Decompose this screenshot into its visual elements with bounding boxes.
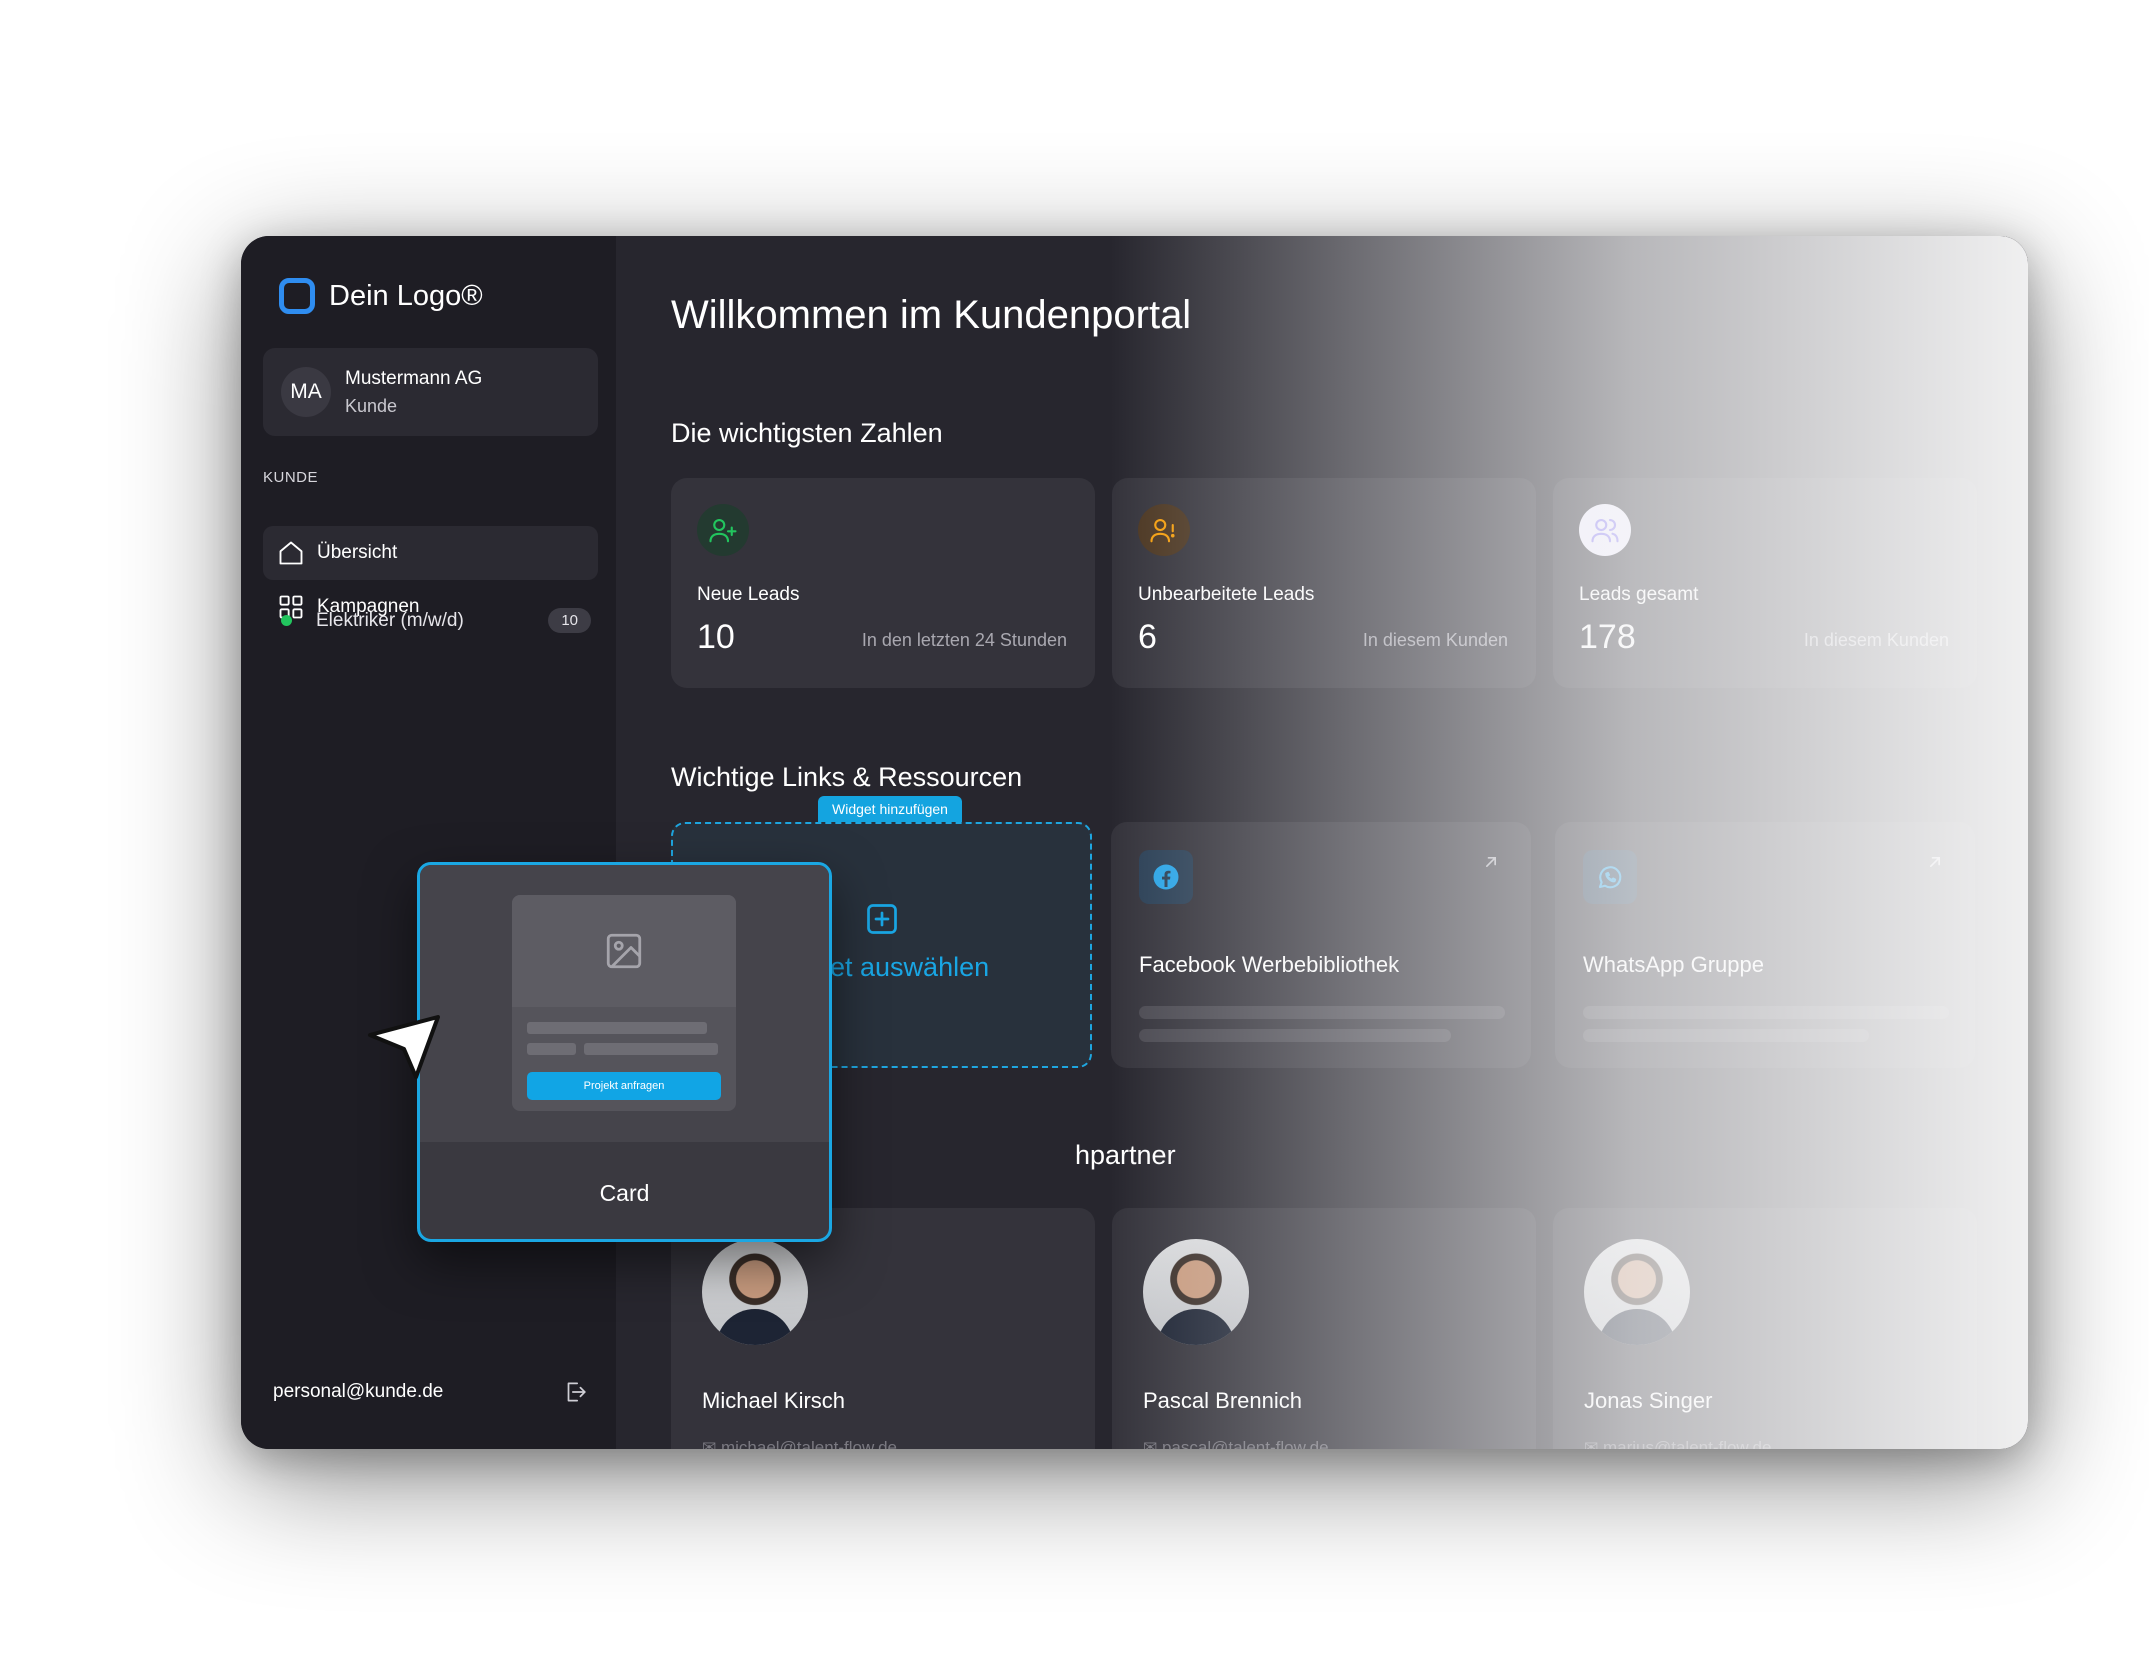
- contact-photo: [702, 1239, 808, 1345]
- contact-photo: [1584, 1239, 1690, 1345]
- stat-card-neue-leads[interactable]: Neue Leads 10 In den letzten 24 Stunden: [671, 478, 1095, 688]
- whatsapp-icon: [1583, 850, 1637, 904]
- sidebar-item-uebersicht[interactable]: Übersicht: [263, 526, 598, 580]
- placeholder-line: [1583, 1006, 1949, 1019]
- stat-label: Unbearbeitete Leads: [1138, 584, 1315, 605]
- contact-name: Michael Kirsch: [702, 1388, 846, 1413]
- stat-note: In den letzten 24 Stunden: [861, 630, 1067, 650]
- user-plus-icon: [697, 504, 749, 556]
- sidebar-item-label: Übersicht: [317, 542, 398, 563]
- card-caption: Card: [599, 1180, 650, 1206]
- placeholder-line: [584, 1043, 718, 1055]
- stats-heading: Die wichtigsten Zahlen: [671, 418, 943, 448]
- card-widget-preview[interactable]: Projekt anfragen Card: [417, 862, 832, 1242]
- stat-card-unbearbeitete-leads[interactable]: Unbearbeitete Leads 6 In diesem Kunden: [1112, 478, 1536, 688]
- contact-email[interactable]: ✉ pascal@talent-flow.de: [1143, 1438, 1329, 1449]
- page-title: Willkommen im Kundenportal: [671, 293, 1192, 337]
- placeholder-line: [527, 1022, 707, 1034]
- users-icon: [1579, 504, 1631, 556]
- contact-name: Pascal Brennich: [1143, 1388, 1302, 1413]
- plus-square-icon: [867, 904, 897, 934]
- mail-icon: ✉: [1143, 1438, 1162, 1449]
- sidebar-section-label: KUNDE: [263, 469, 319, 486]
- contact-email[interactable]: ✉ marius@talent-flow.de: [1584, 1438, 1771, 1449]
- contact-card[interactable]: Jonas Singer ✉ marius@talent-flow.de: [1553, 1208, 1977, 1449]
- contact-photo: [1143, 1239, 1249, 1345]
- link-title: Facebook Werbebibliothek: [1139, 952, 1400, 977]
- placeholder-line: [527, 1043, 576, 1055]
- stat-note: In diesem Kunden: [1362, 630, 1508, 650]
- main-content: Willkommen im Kundenportal Die wichtigst…: [616, 236, 2028, 1449]
- cursor-pointer-icon: [368, 1015, 440, 1079]
- mail-icon: ✉: [1584, 1438, 1603, 1449]
- contact-name: Jonas Singer: [1584, 1388, 1713, 1413]
- contact-card[interactable]: Michael Kirsch ✉ michael@talent-flow.de: [671, 1208, 1095, 1449]
- project-request-button[interactable]: Projekt anfragen: [527, 1072, 721, 1100]
- stat-value: 10: [697, 618, 735, 656]
- card-preview-area: Projekt anfragen: [420, 865, 829, 1142]
- image-icon: [606, 933, 642, 969]
- facebook-icon: [1139, 850, 1193, 904]
- sidebar-footer: personal@kunde.de: [273, 1379, 588, 1405]
- account-name: Mustermann AG: [345, 367, 483, 389]
- widget-select-text: et auswählen: [830, 952, 990, 982]
- placeholder-line: [1139, 1006, 1505, 1019]
- logo-text: Dein Logo®: [329, 279, 483, 312]
- widget-add-tag[interactable]: Widget hinzufügen: [818, 796, 962, 822]
- campaign-label: Elektriker (m/w/d): [316, 609, 464, 631]
- link-title: WhatsApp Gruppe: [1583, 952, 1764, 977]
- home-icon: [279, 541, 303, 565]
- sidebar-campaign-item[interactable]: Elektriker (m/w/d) 10: [281, 608, 591, 633]
- mail-icon: ✉: [702, 1438, 721, 1449]
- status-dot-icon: [281, 615, 292, 626]
- link-card-whatsapp[interactable]: WhatsApp Gruppe: [1555, 822, 1975, 1068]
- contact-email[interactable]: ✉ michael@talent-flow.de: [702, 1438, 897, 1449]
- link-card-facebook[interactable]: Facebook Werbebibliothek: [1111, 822, 1531, 1068]
- external-link-icon[interactable]: [1481, 852, 1501, 872]
- campaign-count-badge: 10: [548, 608, 591, 633]
- contacts-heading: hpartner: [1075, 1140, 1176, 1170]
- logo-mark-icon: [279, 278, 315, 314]
- stat-value: 178: [1579, 618, 1636, 656]
- stat-card-leads-gesamt[interactable]: Leads gesamt 178 In diesem Kunden: [1553, 478, 1977, 688]
- account-role: Kunde: [345, 395, 398, 416]
- placeholder-line: [1139, 1029, 1451, 1042]
- avatar: MA: [281, 367, 331, 417]
- stat-value: 6: [1138, 618, 1157, 656]
- app-window: Dein Logo® MA Mustermann AG Kunde KUNDE …: [241, 236, 2028, 1449]
- links-heading: Wichtige Links & Ressourcen: [671, 762, 1023, 792]
- image-placeholder: [512, 895, 736, 1007]
- account-card[interactable]: MA Mustermann AG Kunde: [263, 348, 598, 436]
- placeholder-line: [1583, 1029, 1869, 1042]
- user-email: personal@kunde.de: [273, 1381, 444, 1402]
- stat-label: Neue Leads: [697, 584, 800, 605]
- external-link-icon[interactable]: [1925, 852, 1945, 872]
- logout-icon[interactable]: [562, 1379, 588, 1405]
- stat-label: Leads gesamt: [1579, 584, 1699, 605]
- stage: Dein Logo® MA Mustermann AG Kunde KUNDE …: [0, 0, 2149, 1666]
- user-alert-icon: [1138, 504, 1190, 556]
- logo[interactable]: Dein Logo®: [279, 278, 483, 314]
- mini-card: Projekt anfragen: [512, 895, 736, 1111]
- contact-card[interactable]: Pascal Brennich ✉ pascal@talent-flow.de: [1112, 1208, 1536, 1449]
- sidebar: Dein Logo® MA Mustermann AG Kunde KUNDE …: [241, 236, 616, 1449]
- stat-note: In diesem Kunden: [1803, 630, 1949, 650]
